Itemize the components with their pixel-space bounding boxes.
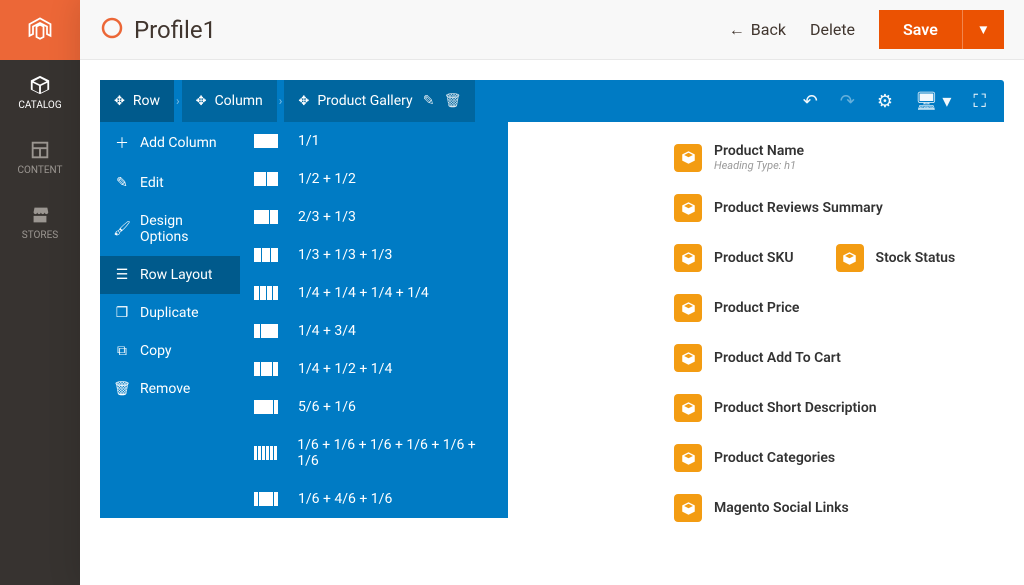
box-icon	[674, 344, 702, 372]
save-button-group: Save ▼	[879, 10, 1004, 49]
context-menu: ＋Add Column ✎Edit 🖌Design Options ☰Row L…	[100, 122, 508, 518]
sidebar-item-stores[interactable]: STORES	[0, 190, 80, 255]
box-icon	[674, 444, 702, 472]
layout-option[interactable]: 1/1	[240, 122, 508, 160]
sidebar-label: CATALOG	[18, 100, 61, 111]
layout-option[interactable]: 2/3 + 1/3	[240, 198, 508, 236]
sidebar-label: CONTENT	[18, 165, 63, 176]
main-panel: Profile1 ← Back Delete Save ▼ ✥ Row › ✥ …	[80, 0, 1024, 585]
layout-icon	[254, 134, 278, 148]
profile-icon	[100, 16, 124, 44]
header-actions: ← Back Delete Save ▼	[729, 10, 1004, 49]
prop-categories[interactable]: Product Categories	[674, 433, 1014, 483]
page-header: Profile1 ← Back Delete Save ▼	[80, 0, 1024, 60]
layout-option[interactable]: 1/3 + 1/3 + 1/3	[240, 236, 508, 274]
prop-short-description[interactable]: Product Short Description	[674, 383, 1014, 433]
move-icon: ✥	[298, 94, 309, 109]
move-icon: ✥	[196, 94, 207, 109]
chevron-right-icon: ›	[174, 94, 182, 108]
gear-icon[interactable]: ⚙	[877, 91, 893, 112]
sidebar-label: STORES	[22, 230, 58, 241]
layout-icon	[254, 492, 278, 506]
box-icon	[674, 144, 702, 172]
prop-sku-stock[interactable]: Product SKU Stock Status	[674, 233, 1014, 283]
save-dropdown-button[interactable]: ▼	[962, 10, 1004, 49]
box-icon	[674, 194, 702, 222]
menu-design-options[interactable]: 🖌Design Options	[100, 202, 240, 256]
sidebar-item-content[interactable]: CONTENT	[0, 125, 80, 190]
layout-icon	[254, 248, 278, 262]
layout-option[interactable]: 1/4 + 1/2 + 1/4	[240, 350, 508, 388]
layout-icon	[254, 400, 278, 414]
arrow-left-icon: ←	[729, 20, 745, 40]
page-title: Profile1	[134, 16, 216, 44]
lines-icon: ☰	[114, 267, 130, 283]
layout-icon	[254, 324, 278, 338]
menu-copy[interactable]: ⧉Copy	[100, 332, 240, 370]
layout-icon	[254, 446, 277, 460]
fullscreen-icon[interactable]: ⛶	[973, 91, 986, 112]
layout-icon	[254, 286, 278, 300]
box-icon	[836, 244, 864, 272]
menu-add-column[interactable]: ＋Add Column	[100, 122, 240, 164]
pencil-icon: ✎	[114, 175, 130, 191]
undo-icon[interactable]: ↶	[803, 91, 818, 112]
trash-icon[interactable]: 🗑	[445, 93, 461, 109]
breadcrumb-gallery[interactable]: ✥ Product Gallery ✎ 🗑	[284, 80, 474, 122]
sidebar-item-catalog[interactable]: CATALOG	[0, 60, 80, 125]
redo-icon[interactable]: ↷	[840, 91, 855, 112]
box-icon	[674, 294, 702, 322]
prop-product-name[interactable]: Product NameHeading Type: h1	[674, 132, 1014, 183]
layout-option[interactable]: 1/2 + 1/2	[240, 160, 508, 198]
delete-button[interactable]: Delete	[810, 20, 855, 39]
layout-option[interactable]: 1/4 + 3/4	[240, 312, 508, 350]
editor-content: ✥ Row › ✥ Column › ✥ Product Gallery ✎ 🗑…	[80, 60, 1024, 585]
layout-submenu: 1/1 1/2 + 1/2 2/3 + 1/3 1/3 + 1/3 + 1/3 …	[240, 122, 508, 518]
magento-logo[interactable]	[0, 0, 80, 60]
editor-tool-icons: ↶ ↷ ⚙ 🖥 ▾ ⛶	[803, 91, 1004, 112]
box-icon	[674, 244, 702, 272]
row-menu: ＋Add Column ✎Edit 🖌Design Options ☰Row L…	[100, 122, 240, 518]
menu-edit[interactable]: ✎Edit	[100, 164, 240, 202]
box-icon	[674, 494, 702, 522]
prop-social-links[interactable]: Magento Social Links	[674, 483, 1014, 533]
layout-option[interactable]: 1/6 + 4/6 + 1/6	[240, 480, 508, 518]
chevron-right-icon: ›	[277, 94, 285, 108]
breadcrumb-row[interactable]: ✥ Row	[100, 80, 174, 122]
editor-toolbar: ✥ Row › ✥ Column › ✥ Product Gallery ✎ 🗑…	[100, 80, 1004, 122]
trash-icon: 🗑	[114, 381, 130, 397]
back-button[interactable]: ← Back	[729, 20, 786, 40]
properties-panel: Product NameHeading Type: h1 Product Rev…	[664, 122, 1024, 543]
layout-option[interactable]: 5/6 + 1/6	[240, 388, 508, 426]
pencil-icon[interactable]: ✎	[421, 93, 437, 109]
display-icon[interactable]: 🖥 ▾	[915, 91, 951, 112]
menu-row-layout[interactable]: ☰Row Layout	[100, 256, 240, 294]
layout-icon	[254, 210, 278, 224]
box-icon	[674, 394, 702, 422]
brush-icon: 🖌	[114, 221, 130, 237]
prop-reviews[interactable]: Product Reviews Summary	[674, 183, 1014, 233]
menu-remove[interactable]: 🗑Remove	[100, 370, 240, 408]
prop-price[interactable]: Product Price	[674, 283, 1014, 333]
admin-sidebar: CATALOG CONTENT STORES	[0, 0, 80, 585]
plus-icon: ＋	[114, 133, 130, 153]
duplicate-icon: ❐	[114, 305, 130, 321]
layout-option[interactable]: 1/6 + 1/6 + 1/6 + 1/6 + 1/6 + 1/6	[240, 426, 508, 480]
prop-add-to-cart[interactable]: Product Add To Cart	[674, 333, 1014, 383]
breadcrumb-column[interactable]: ✥ Column	[182, 80, 277, 122]
layout-option[interactable]: 1/4 + 1/4 + 1/4 + 1/4	[240, 274, 508, 312]
menu-duplicate[interactable]: ❐Duplicate	[100, 294, 240, 332]
save-button[interactable]: Save	[879, 10, 962, 49]
layout-icon	[254, 362, 278, 376]
layout-icon	[254, 172, 278, 186]
copy-icon: ⧉	[114, 343, 130, 359]
move-icon: ✥	[114, 94, 125, 109]
